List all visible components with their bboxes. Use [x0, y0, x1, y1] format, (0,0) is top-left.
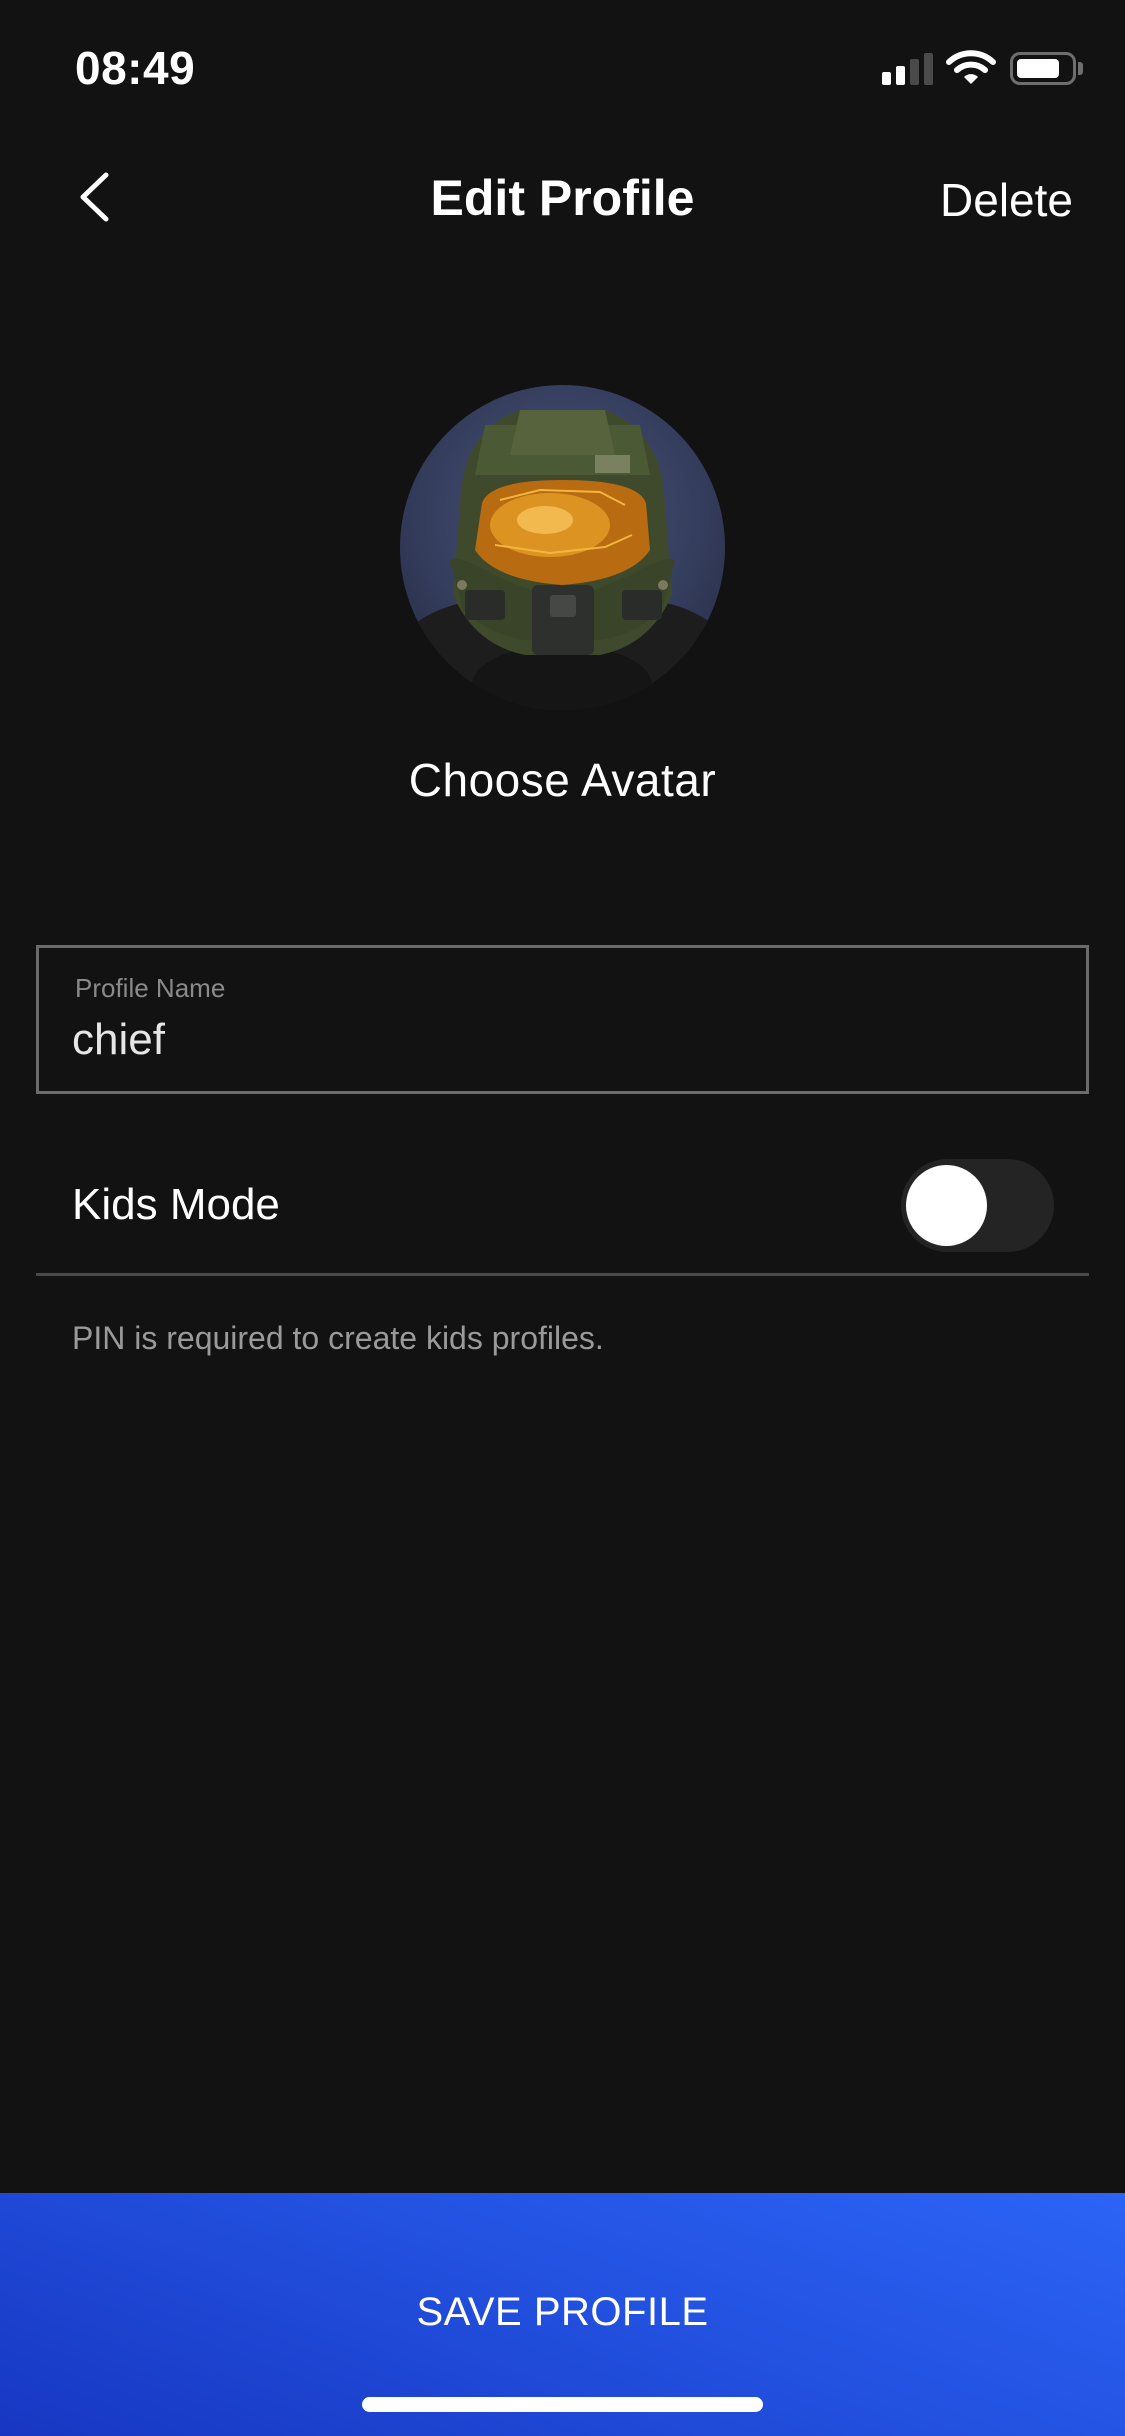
- helmet-avatar-image: [400, 410, 725, 710]
- signal-icon: [882, 53, 934, 85]
- kids-mode-toggle[interactable]: [901, 1159, 1054, 1252]
- save-profile-label: SAVE PROFILE: [416, 2290, 709, 2334]
- pin-required-note: PIN is required to create kids profiles.: [72, 1320, 604, 1356]
- battery-cap: [1078, 62, 1083, 75]
- avatar[interactable]: [400, 385, 725, 710]
- profile-name-field[interactable]: Profile Name: [36, 945, 1089, 1094]
- choose-avatar-button[interactable]: Choose Avatar: [0, 752, 1125, 808]
- battery-icon: [1010, 52, 1076, 85]
- divider: [36, 1273, 1089, 1276]
- battery-level: [1017, 59, 1059, 78]
- profile-name-input[interactable]: [72, 1012, 1032, 1068]
- delete-button[interactable]: Delete: [940, 170, 1073, 230]
- toggle-knob: [906, 1165, 987, 1246]
- wifi-icon: [946, 50, 996, 86]
- kids-mode-label: Kids Mode: [72, 1180, 280, 1229]
- home-indicator: [362, 2397, 763, 2412]
- status-time: 08:49: [75, 42, 196, 94]
- profile-name-label: Profile Name: [75, 973, 226, 1003]
